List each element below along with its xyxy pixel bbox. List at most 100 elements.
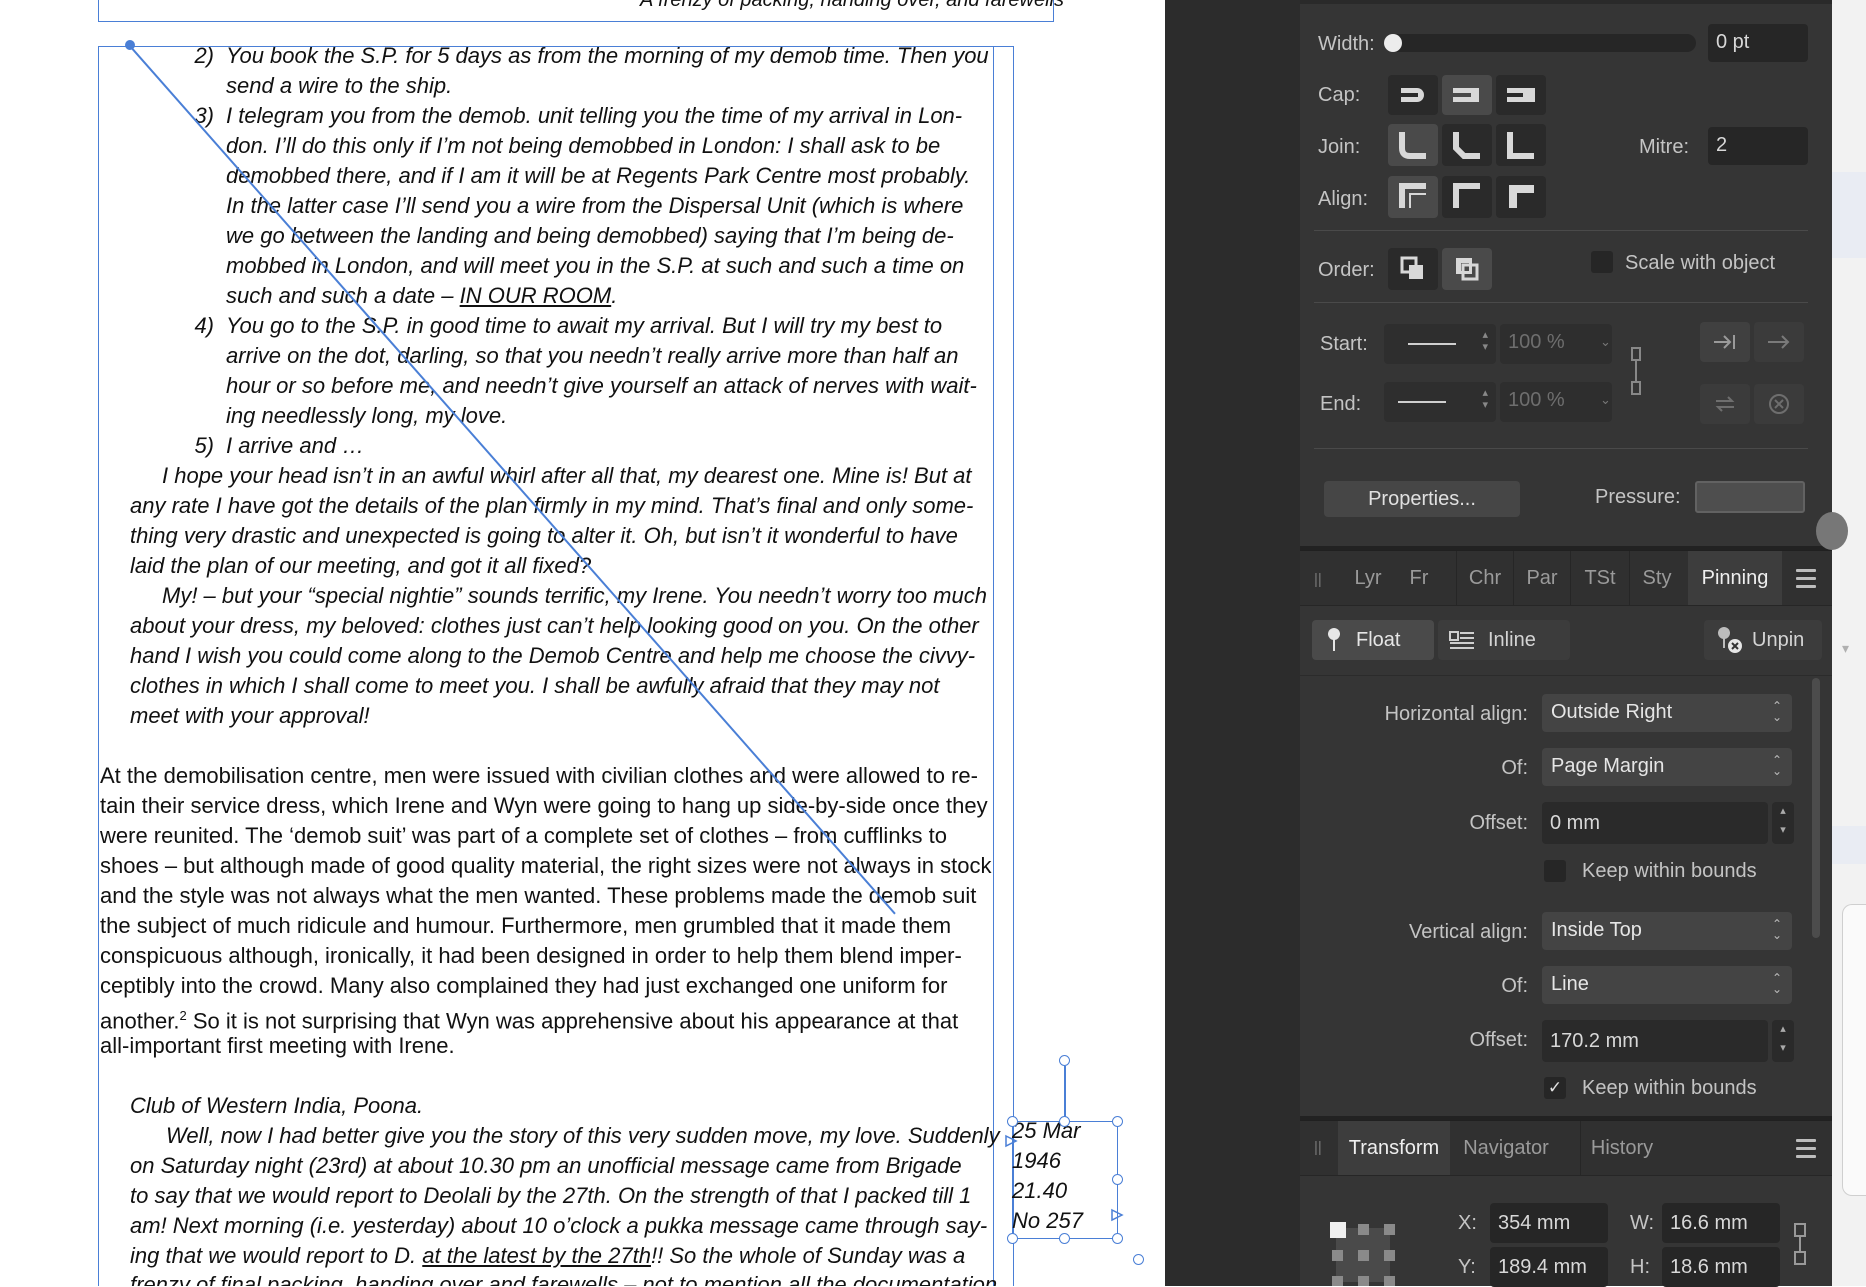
butt-cap-button[interactable] [1388, 75, 1438, 115]
x-field[interactable]: 354 mm [1490, 1203, 1608, 1243]
anchor-point-selector[interactable] [1328, 1218, 1398, 1286]
align-inside-button[interactable] [1388, 176, 1438, 218]
tab-navigator[interactable]: Navigator [1452, 1121, 1560, 1175]
resize-handle-nw[interactable] [1007, 1116, 1018, 1127]
link-handle[interactable] [1133, 1254, 1144, 1265]
tab-layers[interactable]: Lyr [1340, 551, 1396, 605]
horizontal-offset-stepper[interactable]: ▴ ▾ [1772, 802, 1794, 844]
scale-with-object-checkbox[interactable] [1591, 251, 1613, 273]
tab-history[interactable]: History [1581, 1121, 1663, 1175]
pinning-scrollbar[interactable] [1812, 678, 1820, 938]
anchor-point-selected[interactable] [1330, 1222, 1346, 1238]
document-canvas[interactable]: A frenzy of packing, handing over, and f… [0, 0, 1165, 1286]
width-slider[interactable] [1384, 34, 1696, 52]
resize-handle-se[interactable] [1112, 1233, 1123, 1244]
list-item-line: In the latter case I’ll send you a wire … [226, 193, 964, 218]
arrow-position-inside-button[interactable] [1700, 322, 1750, 362]
w-field[interactable]: 16.6 mm [1662, 1203, 1780, 1243]
tab-paragraph[interactable]: Par [1514, 551, 1570, 605]
properties-button[interactable]: Properties... [1324, 481, 1520, 517]
letter-paragraph-line: I hope your head isn’t in an awful whirl… [162, 463, 972, 488]
swap-arrowheads-button[interactable] [1700, 384, 1750, 424]
text-flow-out-icon[interactable] [1110, 1208, 1124, 1222]
panel-menu-icon[interactable] [1796, 1139, 1816, 1163]
anchor-point[interactable] [1384, 1276, 1395, 1286]
square-join-button[interactable] [1496, 124, 1546, 166]
square-cap-icon [1507, 88, 1535, 102]
tab-character[interactable]: Chr [1457, 551, 1513, 605]
vertical-of-select[interactable]: Line ⌃ ⌄ [1542, 966, 1792, 1004]
letter-line: ing that we would report to D. at the la… [130, 1243, 966, 1268]
round-cap-button[interactable] [1442, 75, 1492, 115]
anchor-point[interactable] [1358, 1276, 1369, 1286]
anchor-point[interactable] [1384, 1224, 1395, 1235]
lock-aspect-icon[interactable] [1792, 1222, 1808, 1266]
align-center-button[interactable] [1442, 176, 1492, 218]
resize-handle-ne[interactable] [1112, 1116, 1123, 1127]
anchor-point[interactable] [1384, 1250, 1395, 1261]
align-outside-button[interactable] [1496, 176, 1546, 218]
end-scale-field[interactable]: 100 % [1500, 382, 1612, 422]
square-cap-button[interactable] [1496, 75, 1546, 115]
tab-pinning[interactable]: Pinning [1688, 551, 1782, 605]
float-button[interactable]: Float [1312, 620, 1434, 660]
tab-text-styles[interactable]: TSt [1571, 551, 1629, 605]
resize-handle-e[interactable] [1112, 1174, 1123, 1185]
horizontal-keep-checkbox[interactable] [1544, 860, 1566, 882]
end-arrowhead-select[interactable]: ▴ ▾ [1384, 382, 1496, 422]
panel-grip-icon[interactable]: || [1314, 1139, 1322, 1156]
panel-menu-icon[interactable] [1796, 569, 1816, 593]
width-field[interactable]: 0 pt [1708, 24, 1808, 62]
inline-button[interactable]: Inline [1438, 620, 1570, 660]
horizontal-of-select[interactable]: Page Margin ⌃ ⌄ [1542, 748, 1792, 786]
link-arrowheads-icon[interactable] [1626, 346, 1648, 396]
start-scale-field[interactable]: 100 % [1500, 324, 1612, 364]
mitre-field[interactable]: 2 [1708, 127, 1808, 165]
list-item-line: we go between the landing and being demo… [226, 223, 954, 248]
stroke-front-button[interactable] [1442, 248, 1492, 290]
reset-arrowheads-button[interactable] [1754, 384, 1804, 424]
y-field[interactable]: 189.4 mm [1490, 1247, 1608, 1287]
previous-frame-text: A frenzy of packing, handing over, and f… [640, 0, 1064, 11]
bevel-join-button[interactable] [1442, 124, 1492, 166]
anchor-point[interactable] [1332, 1250, 1343, 1261]
rotation-handle[interactable] [1059, 1055, 1070, 1066]
list-item-line: hour or so before me, and needn’t give y… [226, 373, 977, 398]
pressure-graph[interactable] [1695, 481, 1805, 513]
vertical-keep-checkbox[interactable]: ✓ [1544, 1077, 1566, 1099]
background-window-border [1842, 904, 1866, 1196]
h-field[interactable]: 18.6 mm [1662, 1247, 1780, 1287]
vertical-offset-stepper[interactable]: ▴ ▾ [1772, 1020, 1794, 1062]
tab-transform[interactable]: Transform [1338, 1121, 1450, 1175]
stroke-behind-button[interactable] [1388, 248, 1438, 290]
arrow-position-outside-button[interactable] [1754, 322, 1804, 362]
vertical-align-label: Vertical align: [1409, 921, 1528, 943]
horizontal-offset-field[interactable]: 0 mm [1542, 802, 1768, 844]
round-cap-icon [1453, 88, 1479, 102]
miter-join-button[interactable] [1388, 124, 1438, 166]
horizontal-align-label: Horizontal align: [1384, 703, 1528, 725]
footnote-marker[interactable]: 2 [180, 1008, 187, 1023]
anchor-point[interactable] [1332, 1276, 1343, 1286]
list-number: 5) [194, 433, 214, 458]
vertical-offset-field[interactable]: 170.2 mm [1542, 1020, 1768, 1062]
anchor-point[interactable] [1358, 1250, 1369, 1261]
text-flow-in-icon [1005, 1134, 1018, 1148]
pressure-label: Pressure: [1595, 486, 1681, 508]
list-item-line: such and such a date – IN OUR ROOM. [226, 283, 618, 308]
letter-paragraph-line: clothes in which I shall come to meet yo… [130, 673, 940, 698]
start-arrowhead-select[interactable]: ▴ ▾ [1384, 324, 1496, 364]
panel-grip-icon[interactable]: || [1314, 571, 1322, 588]
horizontal-align-select[interactable]: Outside Right ⌃ ⌄ [1542, 694, 1792, 732]
anchor-point[interactable] [1358, 1224, 1369, 1235]
vertical-align-select[interactable]: Inside Top ⌃ ⌄ [1542, 912, 1792, 950]
tab-styles[interactable]: Sty [1630, 551, 1684, 605]
letter-line: on Saturday night (23rd) at about 10.30 … [130, 1153, 962, 1178]
resize-handle-sw[interactable] [1007, 1233, 1018, 1244]
resize-handle-n[interactable] [1059, 1116, 1070, 1127]
tab-frame[interactable]: Fr [1396, 551, 1442, 605]
vertical-keep-label: Keep within bounds [1582, 1077, 1757, 1099]
width-slider-thumb[interactable] [1384, 34, 1402, 52]
resize-handle-s[interactable] [1059, 1233, 1070, 1244]
unpin-button[interactable]: Unpin [1704, 620, 1822, 660]
